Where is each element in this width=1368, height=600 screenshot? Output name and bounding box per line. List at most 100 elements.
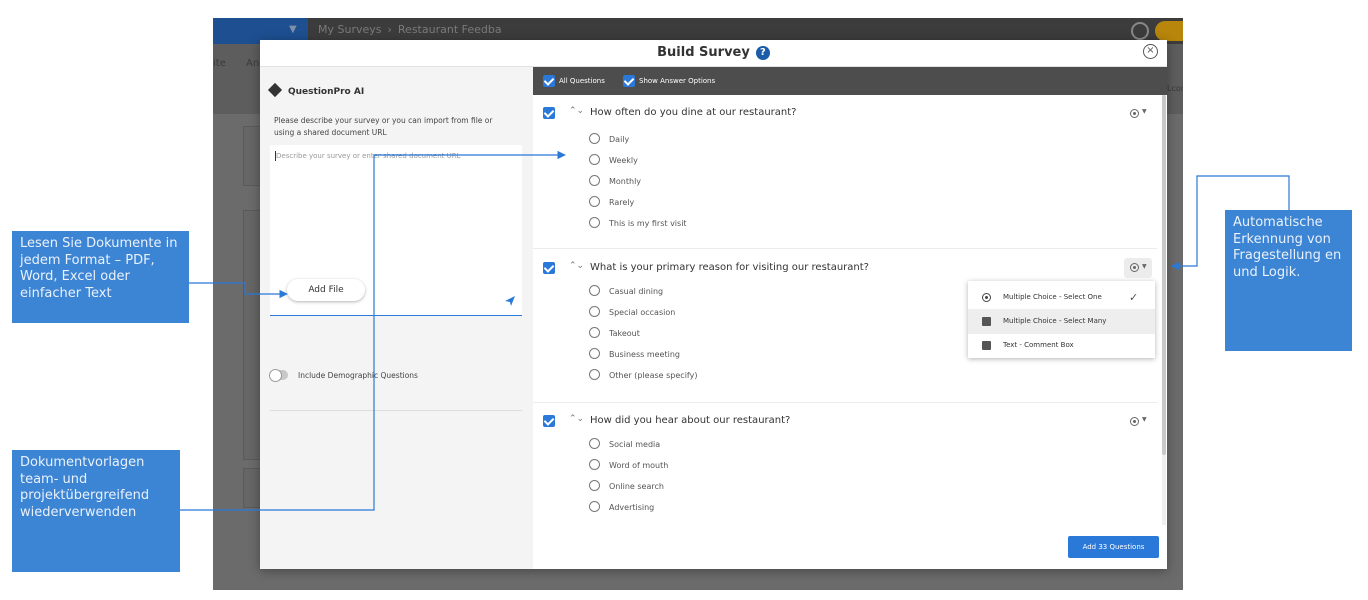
show-answer-options-checkbox[interactable]: Show Answer Options bbox=[623, 75, 715, 87]
demographic-toggle-row: Include Demographic Questions bbox=[269, 369, 418, 382]
checkbox-checked-icon bbox=[623, 75, 635, 87]
question-separator bbox=[533, 248, 1157, 249]
text-box-icon bbox=[982, 341, 991, 350]
answer-option[interactable]: Weekly bbox=[589, 154, 638, 166]
add-questions-button[interactable]: Add 33 Questions bbox=[1068, 536, 1159, 558]
breadcrumb-my-surveys[interactable]: My Surveys bbox=[318, 23, 382, 36]
modal-title: Build Survey bbox=[657, 45, 750, 60]
chevron-down-icon: ▼ bbox=[1142, 108, 1147, 115]
user-menu-button[interactable] bbox=[1155, 21, 1183, 41]
question-type-button[interactable]: ▼ bbox=[1130, 416, 1150, 428]
answer-option-label: Weekly bbox=[609, 156, 638, 165]
survey-description-placeholder: Describe your survey or enter shared doc… bbox=[276, 152, 461, 160]
radio-icon bbox=[589, 306, 600, 317]
answer-option[interactable]: Social media bbox=[589, 438, 660, 450]
answer-option[interactable]: Special occasion bbox=[589, 306, 675, 318]
menu-item-label: Multiple Choice - Select One bbox=[1003, 293, 1102, 301]
answer-option[interactable]: Online search bbox=[589, 480, 664, 492]
radio-icon bbox=[982, 293, 991, 302]
answer-option-label: Online search bbox=[609, 482, 664, 491]
question-separator bbox=[533, 402, 1157, 403]
reorder-icon[interactable]: ⌃⌄ bbox=[569, 414, 584, 424]
radio-icon bbox=[589, 133, 600, 144]
all-questions-label: All Questions bbox=[559, 77, 605, 85]
ai-prompt-panel: QuestionPro AI Please describe your surv… bbox=[260, 67, 533, 569]
question-text: How did you hear about our restaurant? bbox=[590, 415, 791, 426]
question-select-checkbox[interactable] bbox=[543, 107, 555, 119]
answer-option[interactable]: This is my first visit bbox=[589, 217, 687, 229]
radio-icon bbox=[589, 217, 600, 228]
radio-icon bbox=[589, 501, 600, 512]
radio-icon bbox=[589, 285, 600, 296]
reorder-icon[interactable]: ⌃⌄ bbox=[569, 261, 584, 271]
chevron-down-icon: ▼ bbox=[1142, 416, 1147, 423]
nav-tab-partial-1[interactable]: ite bbox=[213, 58, 226, 69]
demographic-toggle[interactable] bbox=[269, 369, 288, 382]
answer-option-label: Other (please specify) bbox=[609, 371, 698, 380]
menu-item-select-one[interactable]: Multiple Choice - Select One ✓ bbox=[968, 285, 1155, 310]
show-answer-options-label: Show Answer Options bbox=[639, 77, 716, 85]
menu-item-label: Text - Comment Box bbox=[1003, 341, 1074, 349]
question-select-checkbox[interactable] bbox=[543, 262, 555, 274]
answer-option[interactable]: Monthly bbox=[589, 175, 641, 187]
nav-tab-partial-3[interactable]: Lcon bbox=[1167, 84, 1183, 93]
send-icon[interactable] bbox=[504, 295, 516, 307]
answer-option-label: Monthly bbox=[609, 177, 642, 186]
ai-panel-header: QuestionPro AI bbox=[267, 82, 364, 98]
radio-icon bbox=[589, 480, 600, 491]
modal-title-row: Build Survey? bbox=[260, 45, 1167, 60]
radio-icon bbox=[589, 327, 600, 338]
radio-icon bbox=[589, 438, 600, 449]
checkbox-checked-icon bbox=[543, 75, 555, 87]
menu-item-select-many[interactable]: Multiple Choice - Select Many bbox=[968, 309, 1155, 334]
ai-panel-description: Please describe your survey or you can i… bbox=[274, 116, 493, 137]
divider bbox=[270, 410, 522, 411]
menu-item-comment-box[interactable]: Text - Comment Box bbox=[968, 333, 1155, 358]
question-header: ⌃⌄ How often do you dine at our restaura… bbox=[533, 106, 1157, 122]
answer-option[interactable]: Takeout bbox=[589, 327, 640, 339]
scrollbar-thumb[interactable] bbox=[1162, 95, 1166, 455]
breadcrumb-separator: › bbox=[387, 23, 392, 36]
radio-icon bbox=[589, 154, 600, 165]
question-header: ⌃⌄ How did you hear about our restaurant… bbox=[533, 414, 1157, 430]
chevron-down-icon: ▼ bbox=[1142, 263, 1147, 270]
demographic-toggle-label: Include Demographic Questions bbox=[298, 371, 418, 380]
radio-icon bbox=[589, 369, 600, 380]
answer-option-label: Business meeting bbox=[609, 350, 680, 359]
answer-option[interactable]: Advertising bbox=[589, 501, 654, 513]
answer-option[interactable]: Casual dining bbox=[589, 285, 663, 297]
answer-option-label: Special occasion bbox=[609, 308, 676, 317]
question-select-checkbox[interactable] bbox=[543, 415, 555, 427]
answer-option-label: Casual dining bbox=[609, 287, 664, 296]
answer-option[interactable]: Rarely bbox=[589, 196, 634, 208]
radio-type-icon bbox=[1130, 263, 1139, 272]
questions-toolbar: All Questions Show Answer Options bbox=[533, 67, 1167, 95]
radio-type-icon bbox=[1130, 109, 1139, 118]
search-icon[interactable] bbox=[1131, 22, 1149, 40]
checkmark-icon: ✓ bbox=[1129, 291, 1139, 304]
answer-option[interactable]: Word of mouth bbox=[589, 459, 668, 471]
question-header: ⌃⌄ What is your primary reason for visit… bbox=[533, 258, 1157, 278]
answer-option-label: Rarely bbox=[609, 198, 635, 207]
brand-dropdown-icon[interactable]: ▼ bbox=[289, 24, 297, 35]
all-questions-checkbox[interactable]: All Questions bbox=[543, 75, 605, 87]
answer-option-label: Takeout bbox=[609, 329, 640, 338]
help-icon[interactable]: ? bbox=[755, 46, 770, 60]
survey-description-input[interactable]: Describe your survey or enter shared doc… bbox=[270, 145, 522, 316]
build-survey-modal: Build Survey? × QuestionPro AI Please de… bbox=[260, 40, 1167, 569]
menu-item-label: Multiple Choice - Select Many bbox=[1003, 317, 1107, 325]
answer-option[interactable]: Other (please specify) bbox=[589, 369, 697, 381]
question-text: How often do you dine at our restaurant? bbox=[590, 107, 797, 118]
question-type-button[interactable]: ▼ bbox=[1124, 258, 1152, 278]
answer-option[interactable]: Business meeting bbox=[589, 348, 680, 360]
answer-option-label: Advertising bbox=[609, 503, 655, 512]
answer-option[interactable]: Daily bbox=[589, 133, 629, 145]
add-file-button[interactable]: Add File bbox=[287, 279, 365, 301]
callout-templates: Dokumentvorlagen team- und projektübergr… bbox=[12, 450, 180, 572]
close-icon[interactable]: × bbox=[1143, 44, 1158, 59]
screenshot-stage: ▼ My Surveys › Restaurant Feedba ite Ana L… bbox=[0, 0, 1368, 600]
reorder-icon[interactable]: ⌃⌄ bbox=[569, 106, 584, 116]
question-type-button[interactable]: ▼ bbox=[1130, 108, 1150, 120]
questionpro-ai-icon bbox=[267, 82, 283, 98]
question-list-scrollbar[interactable] bbox=[1162, 95, 1166, 525]
